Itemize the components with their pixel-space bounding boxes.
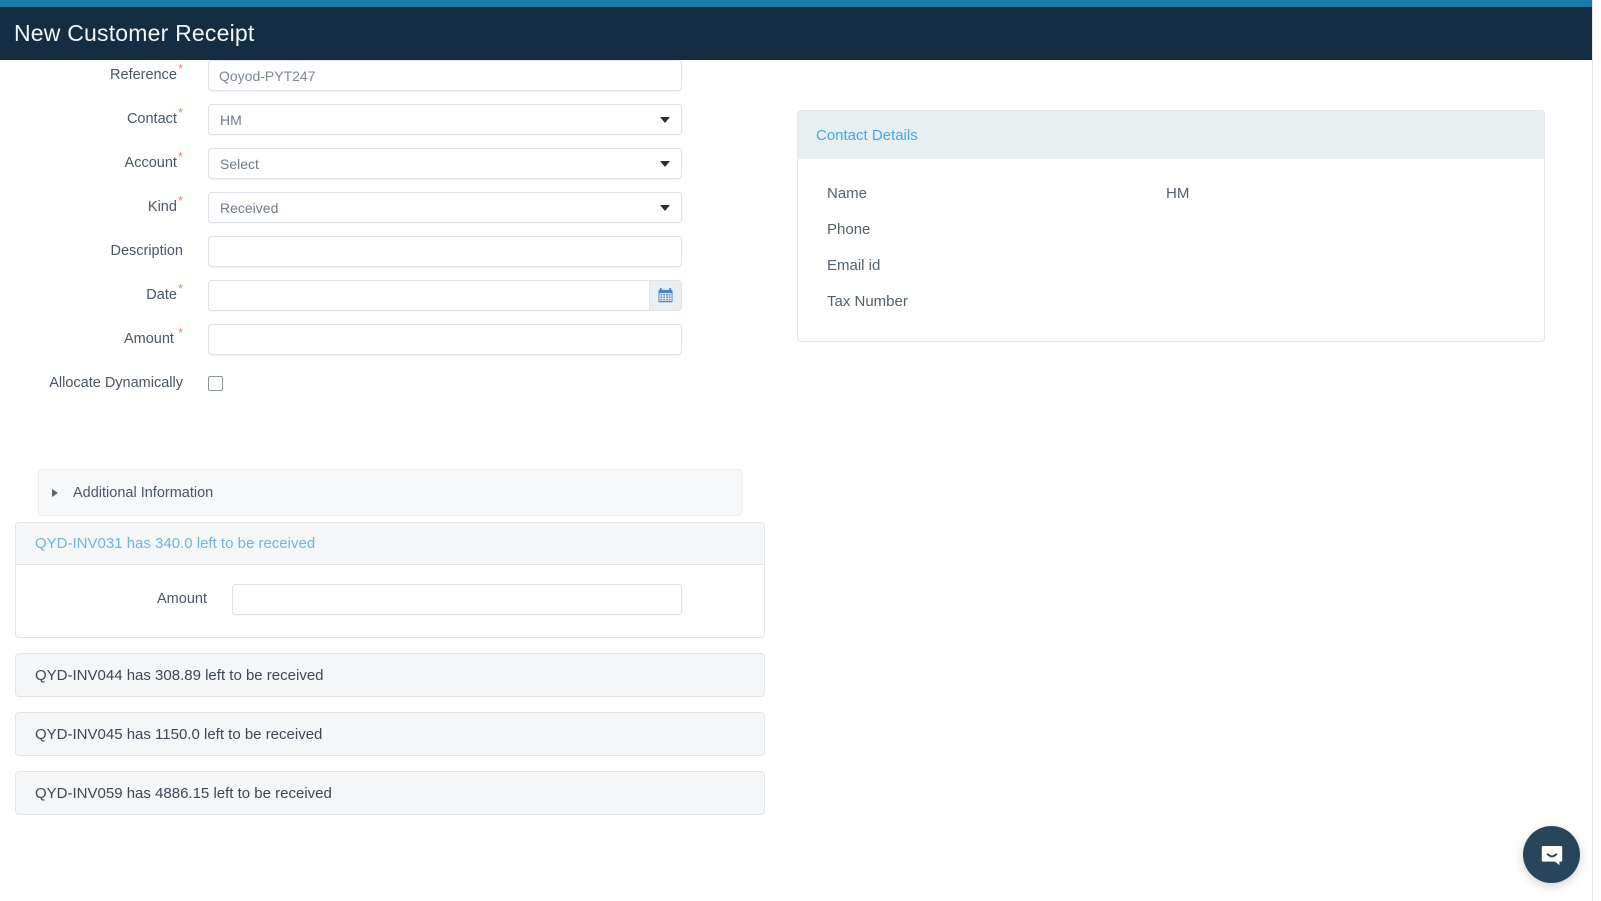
contact-details-header: Contact Details <box>798 111 1544 159</box>
allocate-dynamically-checkbox[interactable] <box>208 376 223 391</box>
invoice-card: QYD-INV044 has 308.89 left to be receive… <box>15 653 765 697</box>
calendar-icon <box>658 288 673 303</box>
contact-details-body: Name HM Phone Email id Tax Number <box>798 159 1544 341</box>
field-row-date: Date* <box>0 280 790 311</box>
date-input-group <box>208 280 682 311</box>
contact-detail-key: Name <box>827 184 868 202</box>
field-row-description: Description <box>0 236 790 267</box>
reference-field-wrap <box>208 60 682 91</box>
required-marker: * <box>177 61 183 77</box>
kind-select-value: Received <box>220 199 279 216</box>
description-input[interactable] <box>208 236 682 267</box>
contact-detail-key: Email id <box>827 256 881 274</box>
page-content: Reference* Contact* HM Account* <box>0 60 1592 901</box>
contact-detail-key: Phone <box>827 220 871 238</box>
amount-field-wrap <box>208 324 682 355</box>
account-select-value: Select <box>220 155 259 172</box>
contact-select[interactable]: HM <box>208 104 682 135</box>
contact-details-title: Contact Details <box>816 126 918 144</box>
additional-information-panel[interactable]: Additional Information <box>38 469 742 516</box>
invoice-allocation-list: QYD-INV031 has 340.0 left to be received… <box>15 522 765 830</box>
field-row-amount: Amount * <box>0 324 790 355</box>
invoice-card-header[interactable]: QYD-INV045 has 1150.0 left to be receive… <box>16 713 764 755</box>
required-marker: * <box>177 193 183 209</box>
contact-details-panel: Contact Details Name HM Phone Email id T… <box>797 110 1545 342</box>
required-marker: * <box>177 281 183 297</box>
required-marker: * <box>177 105 183 121</box>
description-label: Description <box>110 243 183 259</box>
invoice-card-header[interactable]: QYD-INV044 has 308.89 left to be receive… <box>16 654 764 696</box>
reference-label: Reference* <box>110 61 183 83</box>
field-row-contact: Contact* HM <box>0 104 790 135</box>
required-marker: * <box>177 149 183 165</box>
contact-detail-value: HM <box>1166 184 1190 202</box>
contact-select-value: HM <box>220 111 242 128</box>
field-row-kind: Kind* Received <box>0 192 790 223</box>
kind-select[interactable]: Received <box>208 192 682 223</box>
date-label: Date* <box>146 281 183 303</box>
invoice-card-header[interactable]: QYD-INV031 has 340.0 left to be received <box>16 523 764 565</box>
invoice-card: QYD-INV059 has 4886.15 left to be receiv… <box>15 771 765 815</box>
contact-detail-row-phone: Phone <box>798 211 1544 247</box>
receipt-form: Reference* Contact* HM Account* <box>0 60 790 412</box>
description-field-wrap <box>208 236 682 267</box>
invoice-card-header[interactable]: QYD-INV059 has 4886.15 left to be receiv… <box>16 772 764 814</box>
date-input[interactable] <box>208 280 649 311</box>
account-label: Account* <box>124 149 183 171</box>
top-accent-strip <box>0 0 1592 7</box>
contact-detail-row-name: Name HM <box>798 175 1544 211</box>
field-row-reference: Reference* <box>0 60 790 91</box>
page-title: New Customer Receipt <box>14 20 255 46</box>
field-row-allocate-dynamically: Allocate Dynamically <box>0 368 790 399</box>
kind-field-wrap: Received <box>208 192 682 223</box>
invoice-amount-row: Amount <box>16 584 764 615</box>
contact-detail-row-email: Email id <box>798 247 1544 283</box>
contact-detail-row-tax-number: Tax Number <box>798 283 1544 319</box>
calendar-picker-button[interactable] <box>649 280 682 311</box>
account-select[interactable]: Select <box>208 148 682 179</box>
chat-bubble-smile-icon <box>1541 845 1562 865</box>
triangle-right-icon <box>52 488 58 497</box>
kind-label: Kind* <box>147 193 183 215</box>
contact-detail-key: Tax Number <box>827 292 908 310</box>
allocate-dynamically-wrap <box>208 368 682 391</box>
chevron-down-icon <box>660 204 670 211</box>
page-scrollbar-track[interactable] <box>1592 0 1601 901</box>
contact-field-wrap: HM <box>208 104 682 135</box>
required-marker: * <box>177 325 183 341</box>
invoice-amount-label: Amount <box>157 591 207 607</box>
invoice-card-expanded: QYD-INV031 has 340.0 left to be received… <box>15 522 765 638</box>
app-header: New Customer Receipt <box>0 7 1592 60</box>
additional-information-label: Additional Information <box>73 484 214 501</box>
allocate-dynamically-label: Allocate Dynamically <box>49 375 183 391</box>
invoice-amount-input[interactable] <box>232 584 682 615</box>
chat-launcher-button[interactable] <box>1523 826 1580 883</box>
amount-label: Amount * <box>123 325 183 347</box>
amount-input[interactable] <box>208 324 682 355</box>
account-field-wrap: Select <box>208 148 682 179</box>
chevron-down-icon <box>660 160 670 167</box>
chevron-down-icon <box>660 116 670 123</box>
page-root: New Customer Receipt Reference* Contact*… <box>0 0 1601 901</box>
invoice-card: QYD-INV045 has 1150.0 left to be receive… <box>15 712 765 756</box>
date-field-wrap <box>208 280 682 311</box>
field-row-account: Account* Select <box>0 148 790 179</box>
contact-label: Contact* <box>126 105 183 127</box>
invoice-card-body: Amount <box>16 565 764 637</box>
reference-input[interactable] <box>208 60 682 91</box>
